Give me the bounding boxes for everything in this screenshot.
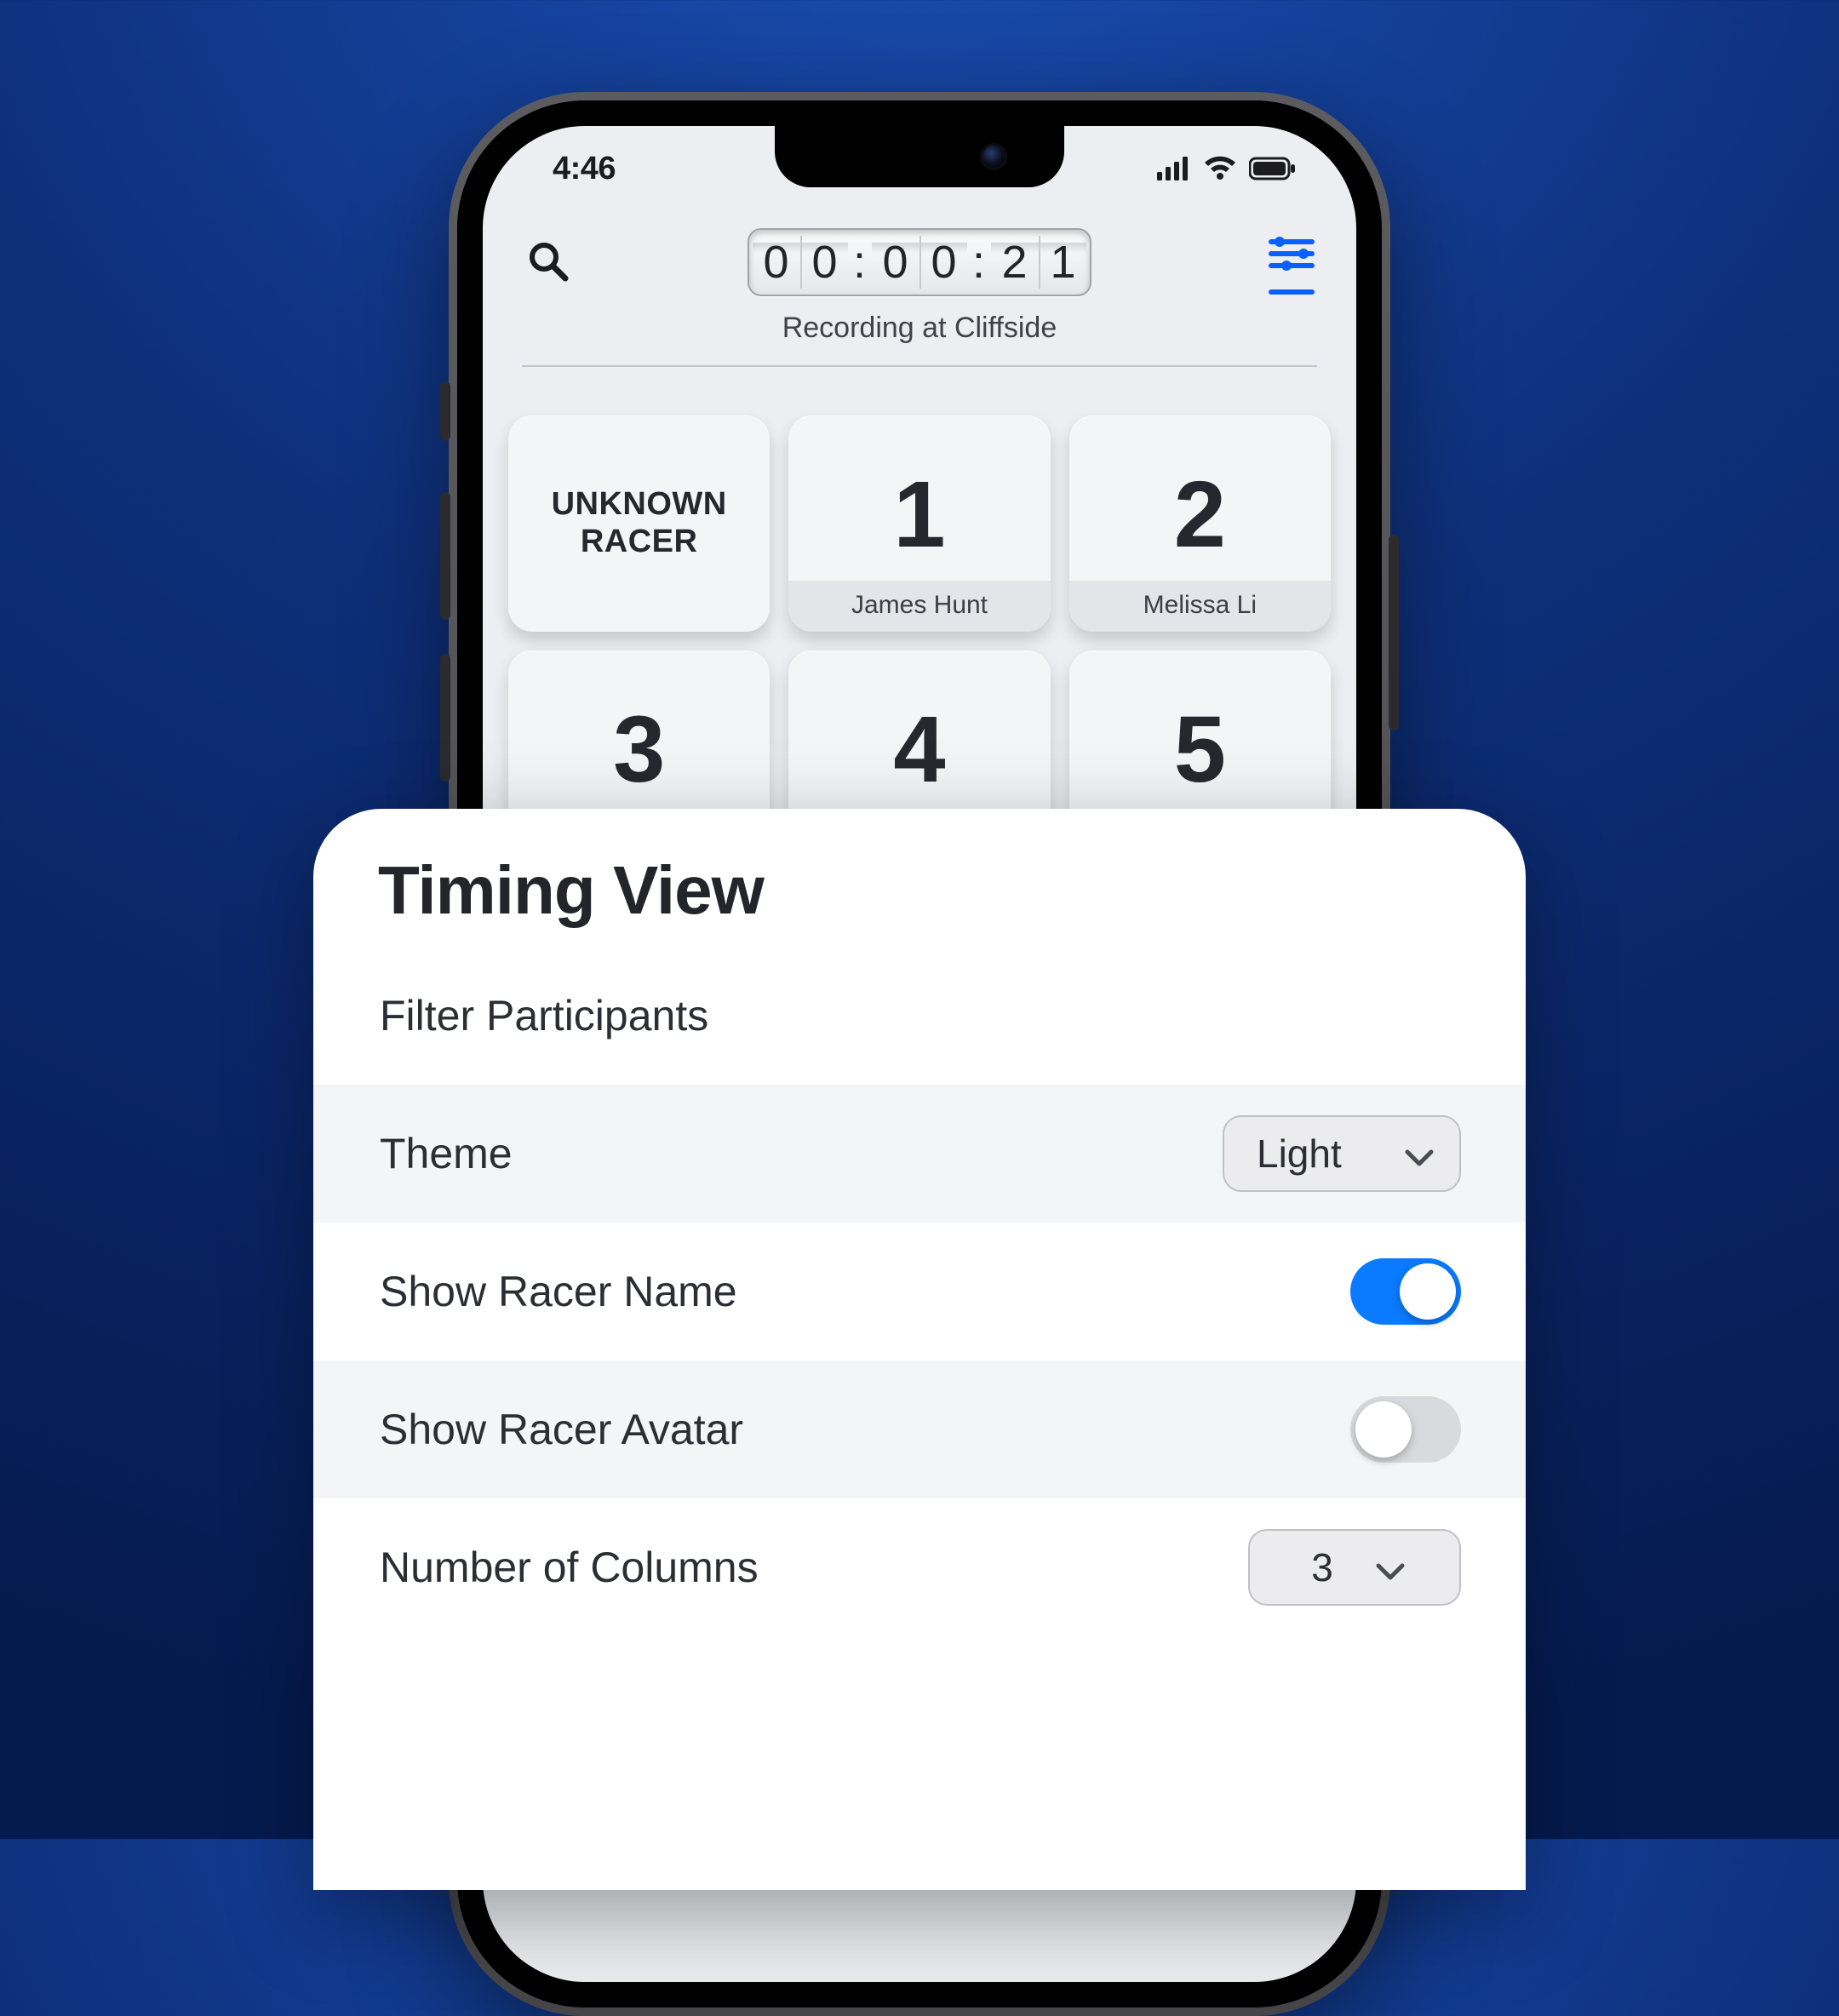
sliders-icon (1268, 235, 1315, 277)
row-number-of-columns: Number of Columns 3 (313, 1498, 1526, 1636)
timer-digit: 0 (753, 236, 800, 289)
columns-select[interactable]: 3 (1248, 1529, 1461, 1606)
sheet-title: Timing View (313, 809, 1526, 947)
timer-display: 0 0 : 0 0 : 2 1 (748, 228, 1091, 296)
timer-digit: 0 (800, 236, 848, 289)
phone-volume-down (440, 654, 450, 782)
tile-unknown-racer[interactable]: UNKNOWN RACER (508, 415, 770, 632)
tile-racer-1[interactable]: 1 James Hunt (788, 415, 1050, 632)
tile-racer-2[interactable]: 2 Melissa Li (1069, 415, 1331, 632)
tile-unknown-line1: UNKNOWN (552, 486, 727, 522)
row-show-racer-avatar: Show Racer Avatar (313, 1360, 1526, 1498)
cellular-icon (1157, 157, 1191, 180)
recording-location-label: Recording at Cliffside (522, 312, 1317, 345)
timing-view-sheet: Timing View Filter Participants Theme Li… (313, 809, 1526, 1890)
row-label: Number of Columns (380, 1543, 759, 1592)
timer-digit: 0 (920, 236, 967, 289)
phone-notch (775, 126, 1064, 187)
phone-volume-up (440, 492, 450, 620)
phone-side-button (440, 381, 450, 441)
status-time: 4:46 (553, 151, 616, 187)
row-theme: Theme Light (313, 1085, 1526, 1223)
row-label: Filter Participants (380, 991, 708, 1040)
timer-digit: 0 (872, 236, 920, 289)
timer-digit: 2 (991, 236, 1039, 289)
battery-icon (1249, 157, 1297, 180)
tile-number: 5 (1174, 703, 1226, 797)
timer-colon: : (967, 236, 991, 289)
columns-select-value: 3 (1311, 1544, 1333, 1590)
row-label: Show Racer Name (380, 1267, 737, 1316)
tile-number: 1 (893, 468, 945, 562)
tile-number: 4 (893, 703, 945, 797)
toggle-show-racer-avatar[interactable] (1350, 1396, 1461, 1463)
search-button[interactable] (522, 237, 573, 288)
row-filter-participants[interactable]: Filter Participants (313, 947, 1526, 1085)
timer-colon: : (848, 236, 872, 289)
settings-active-indicator (1269, 289, 1315, 295)
theme-select[interactable]: Light (1223, 1115, 1461, 1192)
toggle-show-racer-name[interactable] (1350, 1258, 1461, 1325)
chevron-down-icon (1376, 1544, 1405, 1590)
search-icon (526, 239, 569, 286)
row-show-racer-name: Show Racer Name (313, 1223, 1526, 1360)
front-camera-icon (983, 146, 1005, 168)
timer-digit: 1 (1039, 236, 1086, 289)
tile-number: 2 (1174, 468, 1226, 562)
chevron-down-icon (1405, 1131, 1434, 1177)
theme-select-value: Light (1257, 1131, 1342, 1177)
tile-number: 3 (613, 703, 665, 797)
settings-button[interactable] (1266, 230, 1317, 281)
racer-grid: UNKNOWN RACER 1 James Hunt 2 Melissa Li … (508, 415, 1331, 867)
tile-unknown-line2: RACER (581, 524, 698, 559)
wifi-icon (1203, 156, 1237, 181)
tile-name: James Hunt (788, 581, 1050, 632)
tile-name: Melissa Li (1069, 581, 1331, 632)
phone-power-button (1389, 535, 1399, 730)
row-label: Show Racer Avatar (380, 1405, 743, 1454)
row-label: Theme (380, 1129, 513, 1178)
